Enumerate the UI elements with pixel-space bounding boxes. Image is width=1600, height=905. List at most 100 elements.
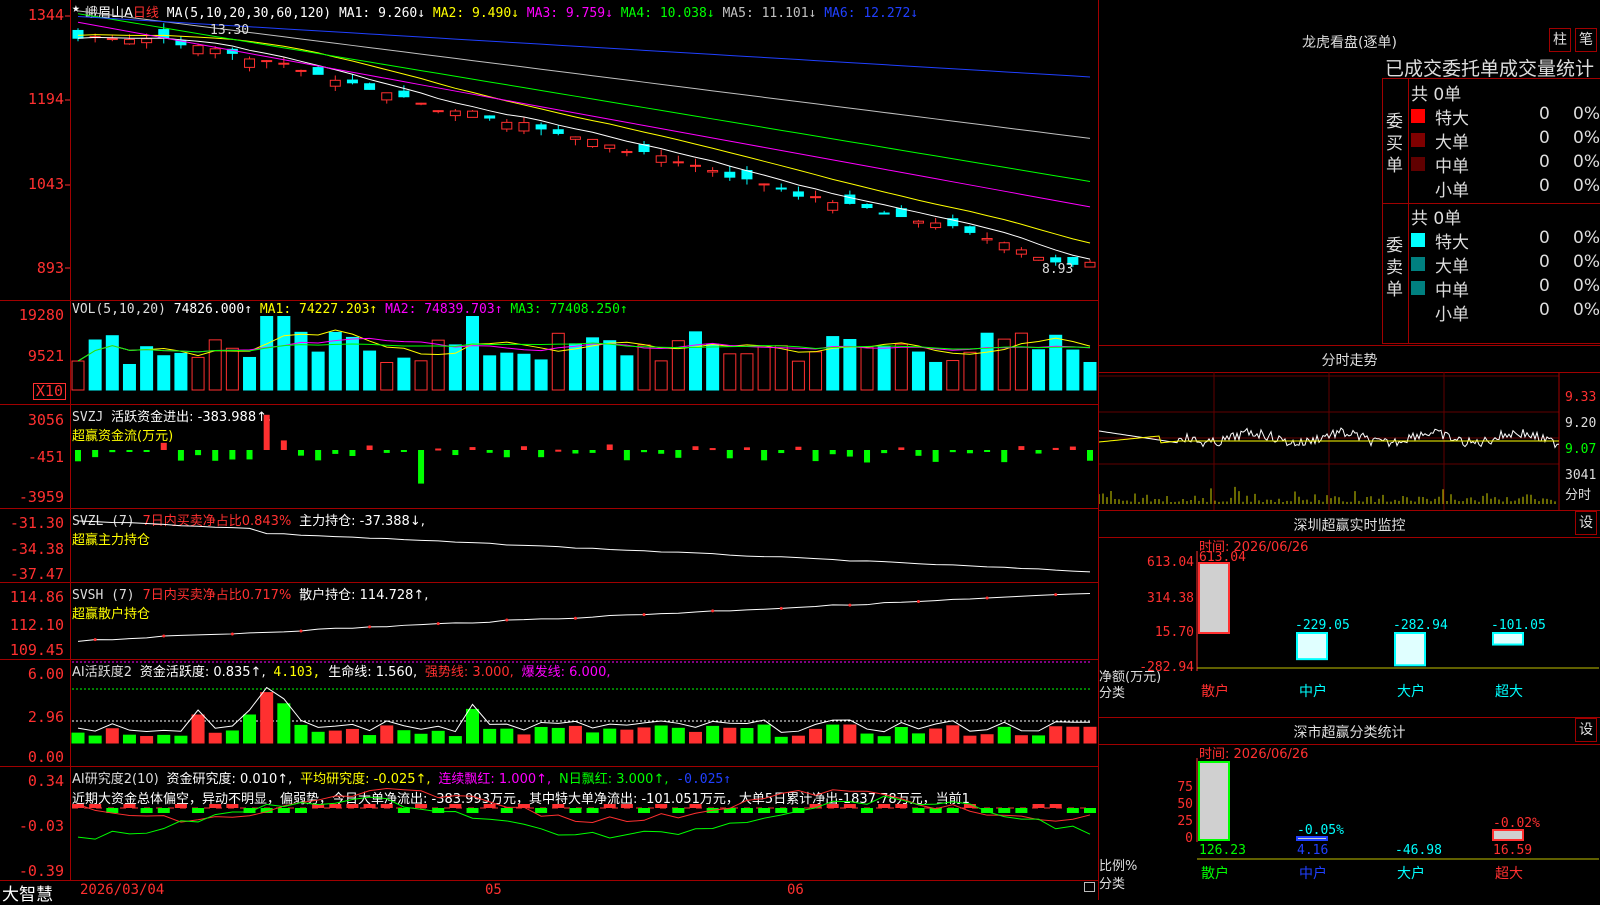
candle bbox=[569, 136, 581, 140]
flow-bar bbox=[864, 450, 871, 463]
activity-bar bbox=[397, 730, 411, 744]
order-row: 特大 0 0% bbox=[1411, 228, 1600, 253]
flow-bar bbox=[435, 448, 442, 451]
bar-view-button[interactable]: 柱 bbox=[1549, 28, 1571, 52]
volume-bar bbox=[466, 316, 480, 391]
order-type: 小单 bbox=[1435, 305, 1469, 325]
research-bar bbox=[895, 804, 908, 808]
candlestick-chart[interactable] bbox=[0, 0, 1098, 300]
research-bar bbox=[157, 808, 170, 813]
activity-bar bbox=[791, 735, 805, 744]
order-count: 0 bbox=[1539, 128, 1550, 148]
order-pct: 0% bbox=[1573, 128, 1600, 148]
flow-bar bbox=[160, 442, 167, 450]
retail-marker bbox=[779, 606, 783, 610]
flow-bar bbox=[984, 450, 991, 452]
volume-bar bbox=[380, 361, 394, 391]
svzl-panel[interactable]: -31.30 -34.38 -37.47 SVZL (7) 7日内买卖净占比0.… bbox=[0, 508, 1098, 583]
intraday-panel[interactable]: 分时走势 9.33 9.20 9.07 3041 分时 bbox=[1099, 346, 1600, 511]
lock-icon[interactable] bbox=[1084, 882, 1095, 892]
research-bar bbox=[1084, 808, 1096, 813]
order-type: 中单 bbox=[1435, 281, 1469, 301]
color-swatch bbox=[1411, 233, 1425, 247]
candle bbox=[775, 187, 787, 190]
research-bar bbox=[380, 804, 393, 808]
flow-bar bbox=[743, 447, 750, 450]
flow-bar bbox=[641, 450, 648, 453]
volume-bar bbox=[620, 355, 634, 391]
intraday-chart[interactable] bbox=[1099, 346, 1600, 510]
order-row: 小单 0 0% bbox=[1411, 176, 1600, 201]
flow-bar bbox=[778, 450, 785, 454]
activity-bar bbox=[140, 736, 154, 744]
flow-bar bbox=[263, 414, 270, 450]
activity-bar bbox=[586, 732, 600, 744]
candle bbox=[329, 79, 341, 87]
activity-bar bbox=[294, 724, 308, 744]
ratio-top-label: -0.05% bbox=[1297, 823, 1344, 838]
research-panel[interactable]: 0.34 -0.03 -0.39 AI研究度2(10) 资金研究度: 0.010… bbox=[0, 766, 1098, 881]
research-bar bbox=[672, 808, 685, 813]
price-panel[interactable]: 1344 1194 1043 893 ★ 峨眉山A日线 MA(5,10,20,3… bbox=[0, 0, 1098, 301]
activity-bar bbox=[963, 735, 977, 744]
research-bar bbox=[775, 808, 788, 813]
ma3-line bbox=[77, 21, 1091, 208]
activity-bar bbox=[911, 733, 925, 744]
volume-bar bbox=[757, 345, 771, 391]
flow-bar bbox=[520, 446, 527, 450]
volume-bar bbox=[654, 360, 668, 391]
candle bbox=[261, 60, 273, 63]
order-row: 中单 0 0% bbox=[1411, 276, 1600, 301]
volume-bar bbox=[791, 360, 805, 391]
research-bar bbox=[346, 804, 359, 808]
ratio-tick: 25 bbox=[1177, 814, 1193, 829]
main-position-line bbox=[77, 520, 1091, 573]
activity-bar bbox=[414, 733, 428, 744]
monitor-panel: 深圳超赢实时监控 设 时间: 2026/06/26 净额(万元) 分类 613.… bbox=[1099, 511, 1600, 718]
activity-bar bbox=[603, 728, 617, 744]
candle bbox=[655, 155, 667, 163]
flow-bar bbox=[1087, 450, 1093, 461]
retail-marker bbox=[985, 596, 989, 600]
research-bar bbox=[174, 804, 187, 808]
svsh-panel[interactable]: 114.86 112.10 109.45 SVSH (7) 7日内买卖净占比0.… bbox=[0, 582, 1098, 660]
flow-bar bbox=[555, 449, 562, 452]
activity-bar bbox=[88, 735, 102, 744]
flow-bar bbox=[143, 450, 150, 452]
flow-bar bbox=[966, 450, 973, 454]
volume-bar bbox=[363, 350, 377, 391]
tick-view-button[interactable]: 笔 bbox=[1575, 28, 1597, 52]
main-position-chart bbox=[77, 520, 1091, 573]
flow-bar bbox=[898, 447, 905, 450]
volume-bar bbox=[740, 353, 754, 391]
order-row: 大单 0 0% bbox=[1411, 252, 1600, 277]
flow-bar bbox=[675, 450, 682, 458]
activity-bar bbox=[500, 728, 514, 744]
order-type: 特大 bbox=[1435, 233, 1469, 253]
candle bbox=[364, 83, 376, 90]
volume-bar bbox=[311, 351, 325, 391]
ai-activity-panel[interactable]: 6.00 2.96 0.00 AI活跃度2 资金活跃度: 0.835↑, 4.1… bbox=[0, 659, 1098, 767]
volume-bar bbox=[894, 343, 908, 391]
activity-bar bbox=[688, 731, 702, 744]
research-bar bbox=[1032, 804, 1045, 808]
volume-bar bbox=[603, 340, 617, 391]
volume-panel[interactable]: 19280 9521 X10 VOL(5,10,20) 74826.000↑ M… bbox=[0, 300, 1098, 405]
research-bar bbox=[861, 808, 874, 813]
svzj-panel[interactable]: 3056 -451 -3959 SVZJ 活跃资金进出: -383.988↑, … bbox=[0, 404, 1098, 509]
research-bar bbox=[329, 804, 342, 808]
activity-bar bbox=[191, 714, 205, 744]
research-bar bbox=[294, 808, 307, 813]
ratio-chart: 75 50 25 0 126.23 散户 -0.05% 4.16 中户 -46.98 大户 -0.02… bbox=[1177, 758, 1599, 882]
color-swatch bbox=[1411, 281, 1425, 295]
volume-bar bbox=[774, 345, 788, 391]
activity-bar bbox=[517, 734, 531, 744]
volume-bar bbox=[1032, 349, 1046, 391]
order-pct: 0% bbox=[1573, 228, 1600, 248]
flow-bar bbox=[692, 446, 699, 450]
order-type: 大单 bbox=[1435, 133, 1469, 153]
activity-bar bbox=[122, 734, 136, 744]
candle bbox=[295, 69, 307, 72]
activity-bar bbox=[345, 728, 359, 744]
volume-chart bbox=[71, 316, 1097, 391]
